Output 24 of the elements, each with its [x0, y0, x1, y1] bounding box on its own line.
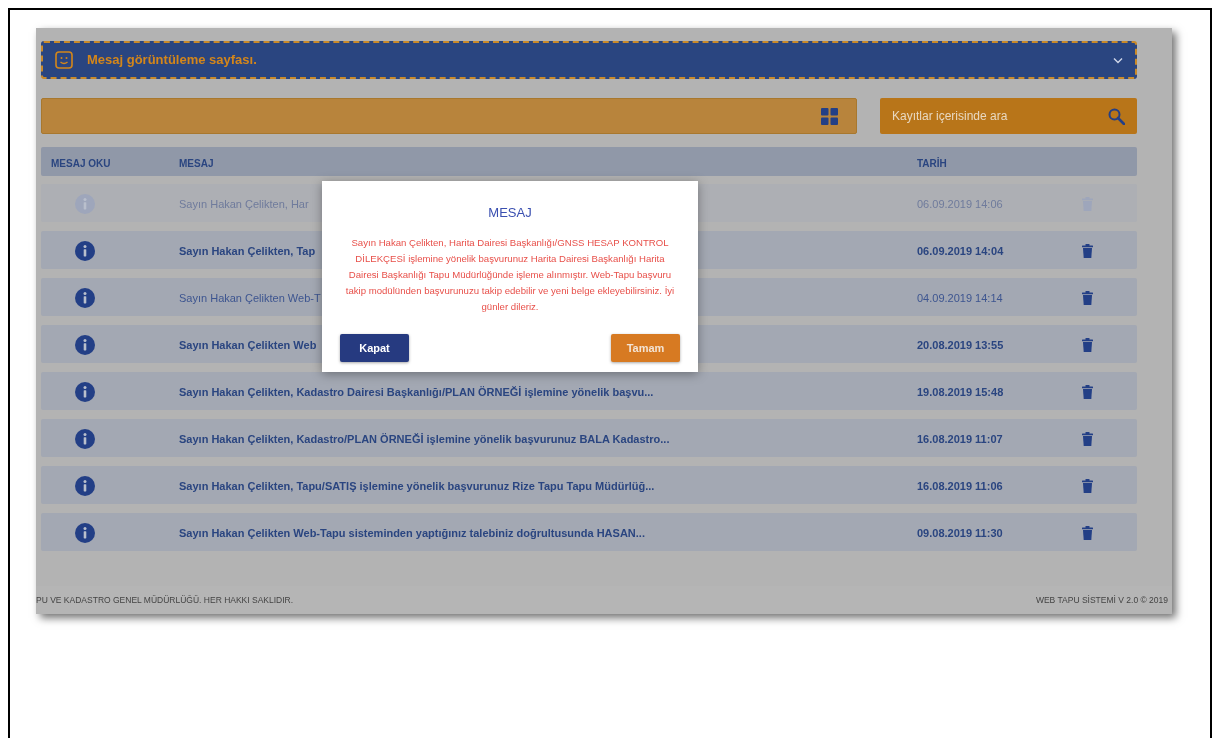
- message-preview: Sayın Hakan Çelikten, Tap: [179, 245, 316, 257]
- copyright-text: PU VE KADASTRO GENEL MÜDÜRLÜĞÜ. HER HAKKI SAKLIDIR.: [36, 593, 294, 607]
- column-header: MESAJ: [179, 157, 214, 169]
- message-date: 16.08.2019 11:06: [917, 480, 1003, 492]
- column-header: MESAJ OKU: [51, 157, 111, 169]
- column-header: TARİH: [917, 157, 947, 169]
- message-preview: Sayın Hakan Çelikten Web-Tapu sisteminden yaptığınız talebiniz doğrultusunda HASAN...: [179, 527, 645, 539]
- message-preview: Sayın Hakan Çelikten Web: [179, 339, 317, 351]
- message-preview: Sayın Hakan Çelikten, Tapu/SATIŞ işlemine yönelik başvurunuz Rize Tapu Tapu Müdürlüğ...: [179, 480, 655, 492]
- page-title: Mesaj görüntüleme sayfası.: [87, 51, 258, 70]
- message-preview: Sayın Hakan Çelikten, Har: [179, 198, 309, 210]
- message-preview: Sayın Hakan Çelikten, Kadastro Dairesi Başkanlığı/PLAN ÖRNEĞİ işlemine yönelik başvu...: [179, 386, 654, 398]
- message-date: 06.09.2019 14:06: [917, 198, 1003, 210]
- dialog-title: MESAJ: [488, 204, 532, 222]
- message-date: 09.08.2019 11:30: [917, 527, 1003, 539]
- version-text: WEB TAPU SİSTEMİ V 2.0 © 2019: [1035, 593, 1168, 607]
- message-date: 16.08.2019 11:07: [917, 433, 1003, 445]
- message-date: 20.08.2019 13:55: [917, 339, 1004, 351]
- message-date: 19.08.2019 15:48: [917, 386, 1004, 398]
- message-preview: Sayın Hakan Çelikten Web-T: [179, 292, 321, 304]
- dialog-message: Sayın Hakan Çelikten, Harita Dairesi Başkanlığı/GNSS HESAP KONTROL DİLEKÇESİ işlemine yönelik başvurunuz Harita Dairesi Başkanlığı Harita Dairesi Başkanlığı Tapu Müdürlüğünde işleme alınmıştır. Web-Tapu başvuru takip modülünden başvurunuzu takip edebilir ve yeni belge ekleyebilirsiniz. İyi günler dileriz.: [344, 235, 676, 314]
- message-date: 06.09.2019 14:04: [917, 245, 1004, 257]
- message-preview: Sayın Hakan Çelikten, Kadastro/PLAN ÖRNEĞİ işlemine yönelik başvurunuz BALA Kadastro...: [179, 433, 670, 445]
- message-date: 04.09.2019 14:14: [917, 292, 1003, 304]
